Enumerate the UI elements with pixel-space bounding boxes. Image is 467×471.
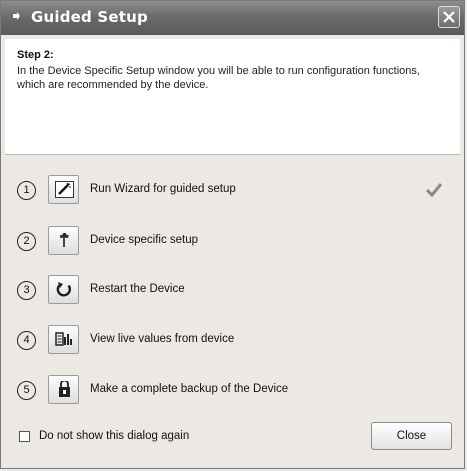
dialog-footer: Do not show this dialog again Close xyxy=(1,411,464,468)
restart-button[interactable] xyxy=(48,275,79,304)
step-label: Run Wizard for guided setup xyxy=(90,183,236,195)
step-row-wizard: 1 Run Wizard for guided setup xyxy=(1,173,464,209)
device-setup-button[interactable] xyxy=(48,226,79,255)
backup-button[interactable] xyxy=(48,375,79,404)
step-description: In the Device Specific Setup window you … xyxy=(17,65,420,91)
close-icon[interactable] xyxy=(438,6,460,28)
do-not-show-checkbox[interactable] xyxy=(19,431,30,442)
step-row-live-values: 4 View live values from device xyxy=(1,323,464,359)
step-label: View live values from device xyxy=(90,333,235,345)
step-row-backup: 5 Make a complete backup of the Device xyxy=(1,373,464,409)
live-values-button[interactable] xyxy=(48,325,79,354)
step-row-restart: 3 Restart the Device xyxy=(1,273,464,309)
window-title: Guided Setup xyxy=(31,8,148,26)
step-label: Make a complete backup of the Device xyxy=(90,383,289,395)
step-number: 1 xyxy=(17,181,36,200)
close-button[interactable]: Close xyxy=(371,422,452,450)
step-row-device-setup: 2 Device specific setup xyxy=(1,224,464,260)
guided-setup-dialog: Guided Setup Step 2: In the Device Speci… xyxy=(0,0,465,469)
run-wizard-button[interactable] xyxy=(48,175,79,204)
info-panel: Step 2: In the Device Specific Setup win… xyxy=(5,39,460,155)
step-label: Device specific setup xyxy=(90,234,199,246)
step-number: 3 xyxy=(17,281,36,300)
do-not-show-label: Do not show this dialog again xyxy=(39,430,190,442)
title-bar[interactable]: Guided Setup xyxy=(1,1,464,35)
step-number: 2 xyxy=(17,232,36,251)
step-heading: Step 2: xyxy=(17,49,54,61)
step-label: Restart the Device xyxy=(90,283,185,295)
step-number: 5 xyxy=(17,381,36,400)
checkmark-icon xyxy=(425,181,443,199)
gear-small-icon xyxy=(11,11,23,23)
step-number: 4 xyxy=(17,331,36,350)
